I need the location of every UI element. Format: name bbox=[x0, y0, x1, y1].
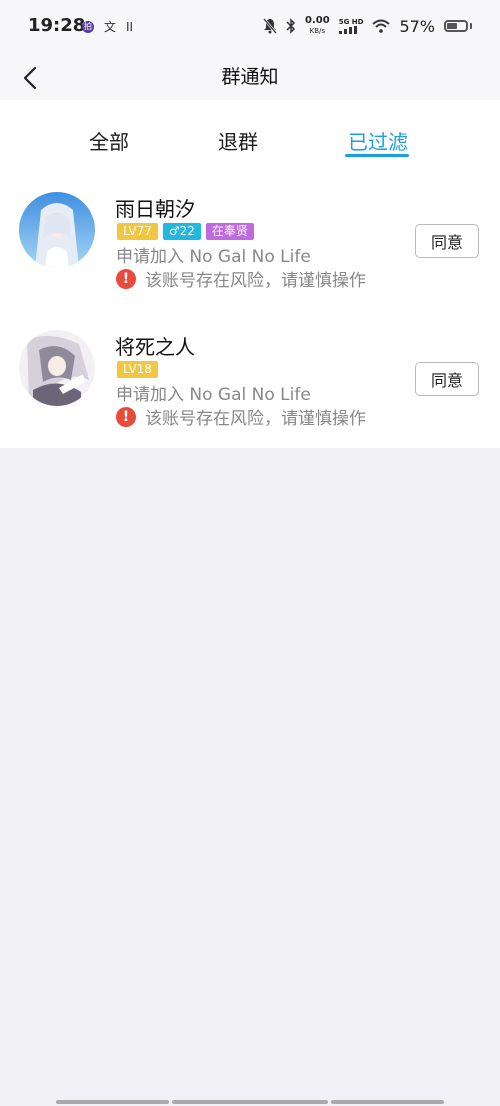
status-bar: 19:28 拍 文 II 0.00 KB/s 5G HD 57% bbox=[0, 0, 500, 56]
agree-button[interactable]: 同意 bbox=[415, 224, 479, 258]
signal-label: 5G HD bbox=[338, 18, 364, 26]
badge-row: LV18 bbox=[117, 361, 158, 378]
tab-left-group[interactable]: 退群 bbox=[218, 126, 258, 155]
agree-button[interactable]: 同意 bbox=[415, 362, 479, 396]
requester-name: 将死之人 bbox=[115, 335, 195, 359]
list-item[interactable]: 将死之人 LV18 申请加入 No Gal No Life ! 该账号存在风险，… bbox=[0, 310, 500, 448]
level-badge: LV18 bbox=[117, 361, 158, 378]
pause-icon: II bbox=[126, 19, 134, 34]
tab-all[interactable]: 全部 bbox=[89, 126, 129, 155]
page-title: 群通知 bbox=[221, 66, 279, 88]
avatar[interactable] bbox=[19, 192, 95, 268]
request-list: 雨日朝汐 LV77 ♂22 在奉贤 申请加入 No Gal No Life ! … bbox=[0, 172, 500, 448]
warning-text: 该账号存在风险，请谨慎操作 bbox=[145, 409, 366, 429]
apply-text: 申请加入 No Gal No Life bbox=[116, 385, 311, 405]
network-speed: 0.00 KB/s bbox=[305, 15, 330, 36]
risk-warning: ! 该账号存在风险，请谨慎操作 bbox=[116, 404, 366, 429]
battery-percent: 57% bbox=[399, 16, 435, 36]
tab-bar: 全部 退群 已过滤 bbox=[0, 100, 500, 172]
cell-signal: 5G HD bbox=[338, 18, 364, 34]
nav-bar: 群通知 bbox=[0, 56, 500, 100]
mute-bell-icon bbox=[263, 18, 277, 34]
status-right-icons: 0.00 KB/s 5G HD 57% bbox=[263, 16, 472, 36]
active-tab-indicator bbox=[345, 154, 409, 157]
battery-icon bbox=[444, 20, 468, 32]
tab-filtered[interactable]: 已过滤 bbox=[348, 126, 408, 155]
list-item[interactable]: 雨日朝汐 LV77 ♂22 在奉贤 申请加入 No Gal No Life ! … bbox=[0, 172, 500, 310]
location-badge: 在奉贤 bbox=[205, 223, 254, 240]
avatar[interactable] bbox=[19, 330, 95, 406]
status-time: 19:28 bbox=[28, 15, 86, 36]
apply-text: 申请加入 No Gal No Life bbox=[116, 247, 311, 267]
bluetooth-icon bbox=[286, 18, 296, 34]
warning-text: 该账号存在风险，请谨慎操作 bbox=[145, 271, 366, 291]
warning-icon: ! bbox=[116, 406, 136, 427]
home-indicator-segment bbox=[56, 1100, 169, 1104]
app-notification-icon: 拍 bbox=[82, 20, 94, 33]
warning-icon: ! bbox=[116, 268, 136, 289]
signal-bars-icon bbox=[338, 26, 357, 34]
avatar-image bbox=[19, 192, 95, 268]
gender-age-badge: ♂22 bbox=[162, 223, 201, 240]
level-badge: LV77 bbox=[117, 223, 158, 240]
requester-name: 雨日朝汐 bbox=[115, 197, 195, 221]
risk-warning: ! 该账号存在风险，请谨慎操作 bbox=[116, 266, 366, 291]
badge-row: LV77 ♂22 在奉贤 bbox=[117, 223, 254, 240]
wifi-icon bbox=[372, 19, 391, 33]
home-indicator-segment bbox=[172, 1100, 328, 1104]
status-left-icons: 拍 文 II bbox=[82, 18, 133, 35]
translate-icon: 文 bbox=[104, 20, 117, 34]
home-indicator-segment bbox=[331, 1100, 444, 1104]
avatar-image bbox=[19, 330, 95, 406]
